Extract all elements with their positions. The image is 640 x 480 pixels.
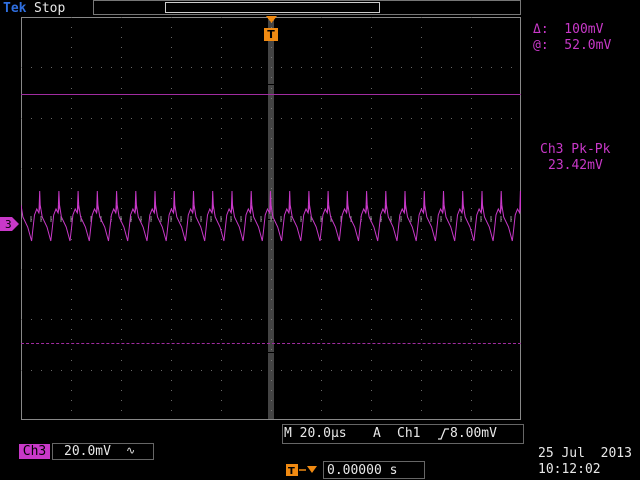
horizontal-position-icon: T	[286, 464, 317, 477]
trigger-level: 8.00mV	[450, 426, 497, 441]
svg-text:T: T	[288, 466, 295, 477]
ch3-vertical-scale: 20.0mV	[64, 444, 111, 459]
bandwidth-limit-icon: ∿	[126, 444, 136, 457]
trigger-point-marker: T	[264, 28, 278, 41]
ch3-trace	[21, 190, 521, 242]
trigger-source: Ch1	[397, 426, 421, 441]
trigger-mode: A	[373, 426, 381, 441]
horizontal-position-value: 0.00000 s	[327, 463, 398, 478]
ch3-ground-marker[interactable]: 3	[0, 217, 19, 231]
record-view-window	[165, 2, 380, 13]
acquisition-status: Stop	[34, 1, 66, 16]
timebase-readout: M 20.0µs	[284, 426, 347, 441]
time-readout: 10:12:02	[538, 462, 601, 477]
date-readout: 25 Jul 2013	[538, 446, 632, 461]
measurement-label: Ch3 Pk-Pk	[540, 142, 611, 157]
ch3-marker-label: 3	[5, 218, 12, 231]
measurement-value: 23.42mV	[548, 158, 603, 173]
ch3-badge[interactable]: Ch3	[19, 444, 50, 459]
cursor-delta-readout: Δ: 100mV	[533, 22, 604, 37]
trigger-position-icon	[266, 16, 277, 23]
tek-logo: Tek	[3, 1, 27, 16]
cursor-position-readout: @: 52.0mV	[533, 38, 612, 53]
rising-edge-icon	[438, 428, 449, 440]
ch3-waveform	[21, 190, 521, 242]
